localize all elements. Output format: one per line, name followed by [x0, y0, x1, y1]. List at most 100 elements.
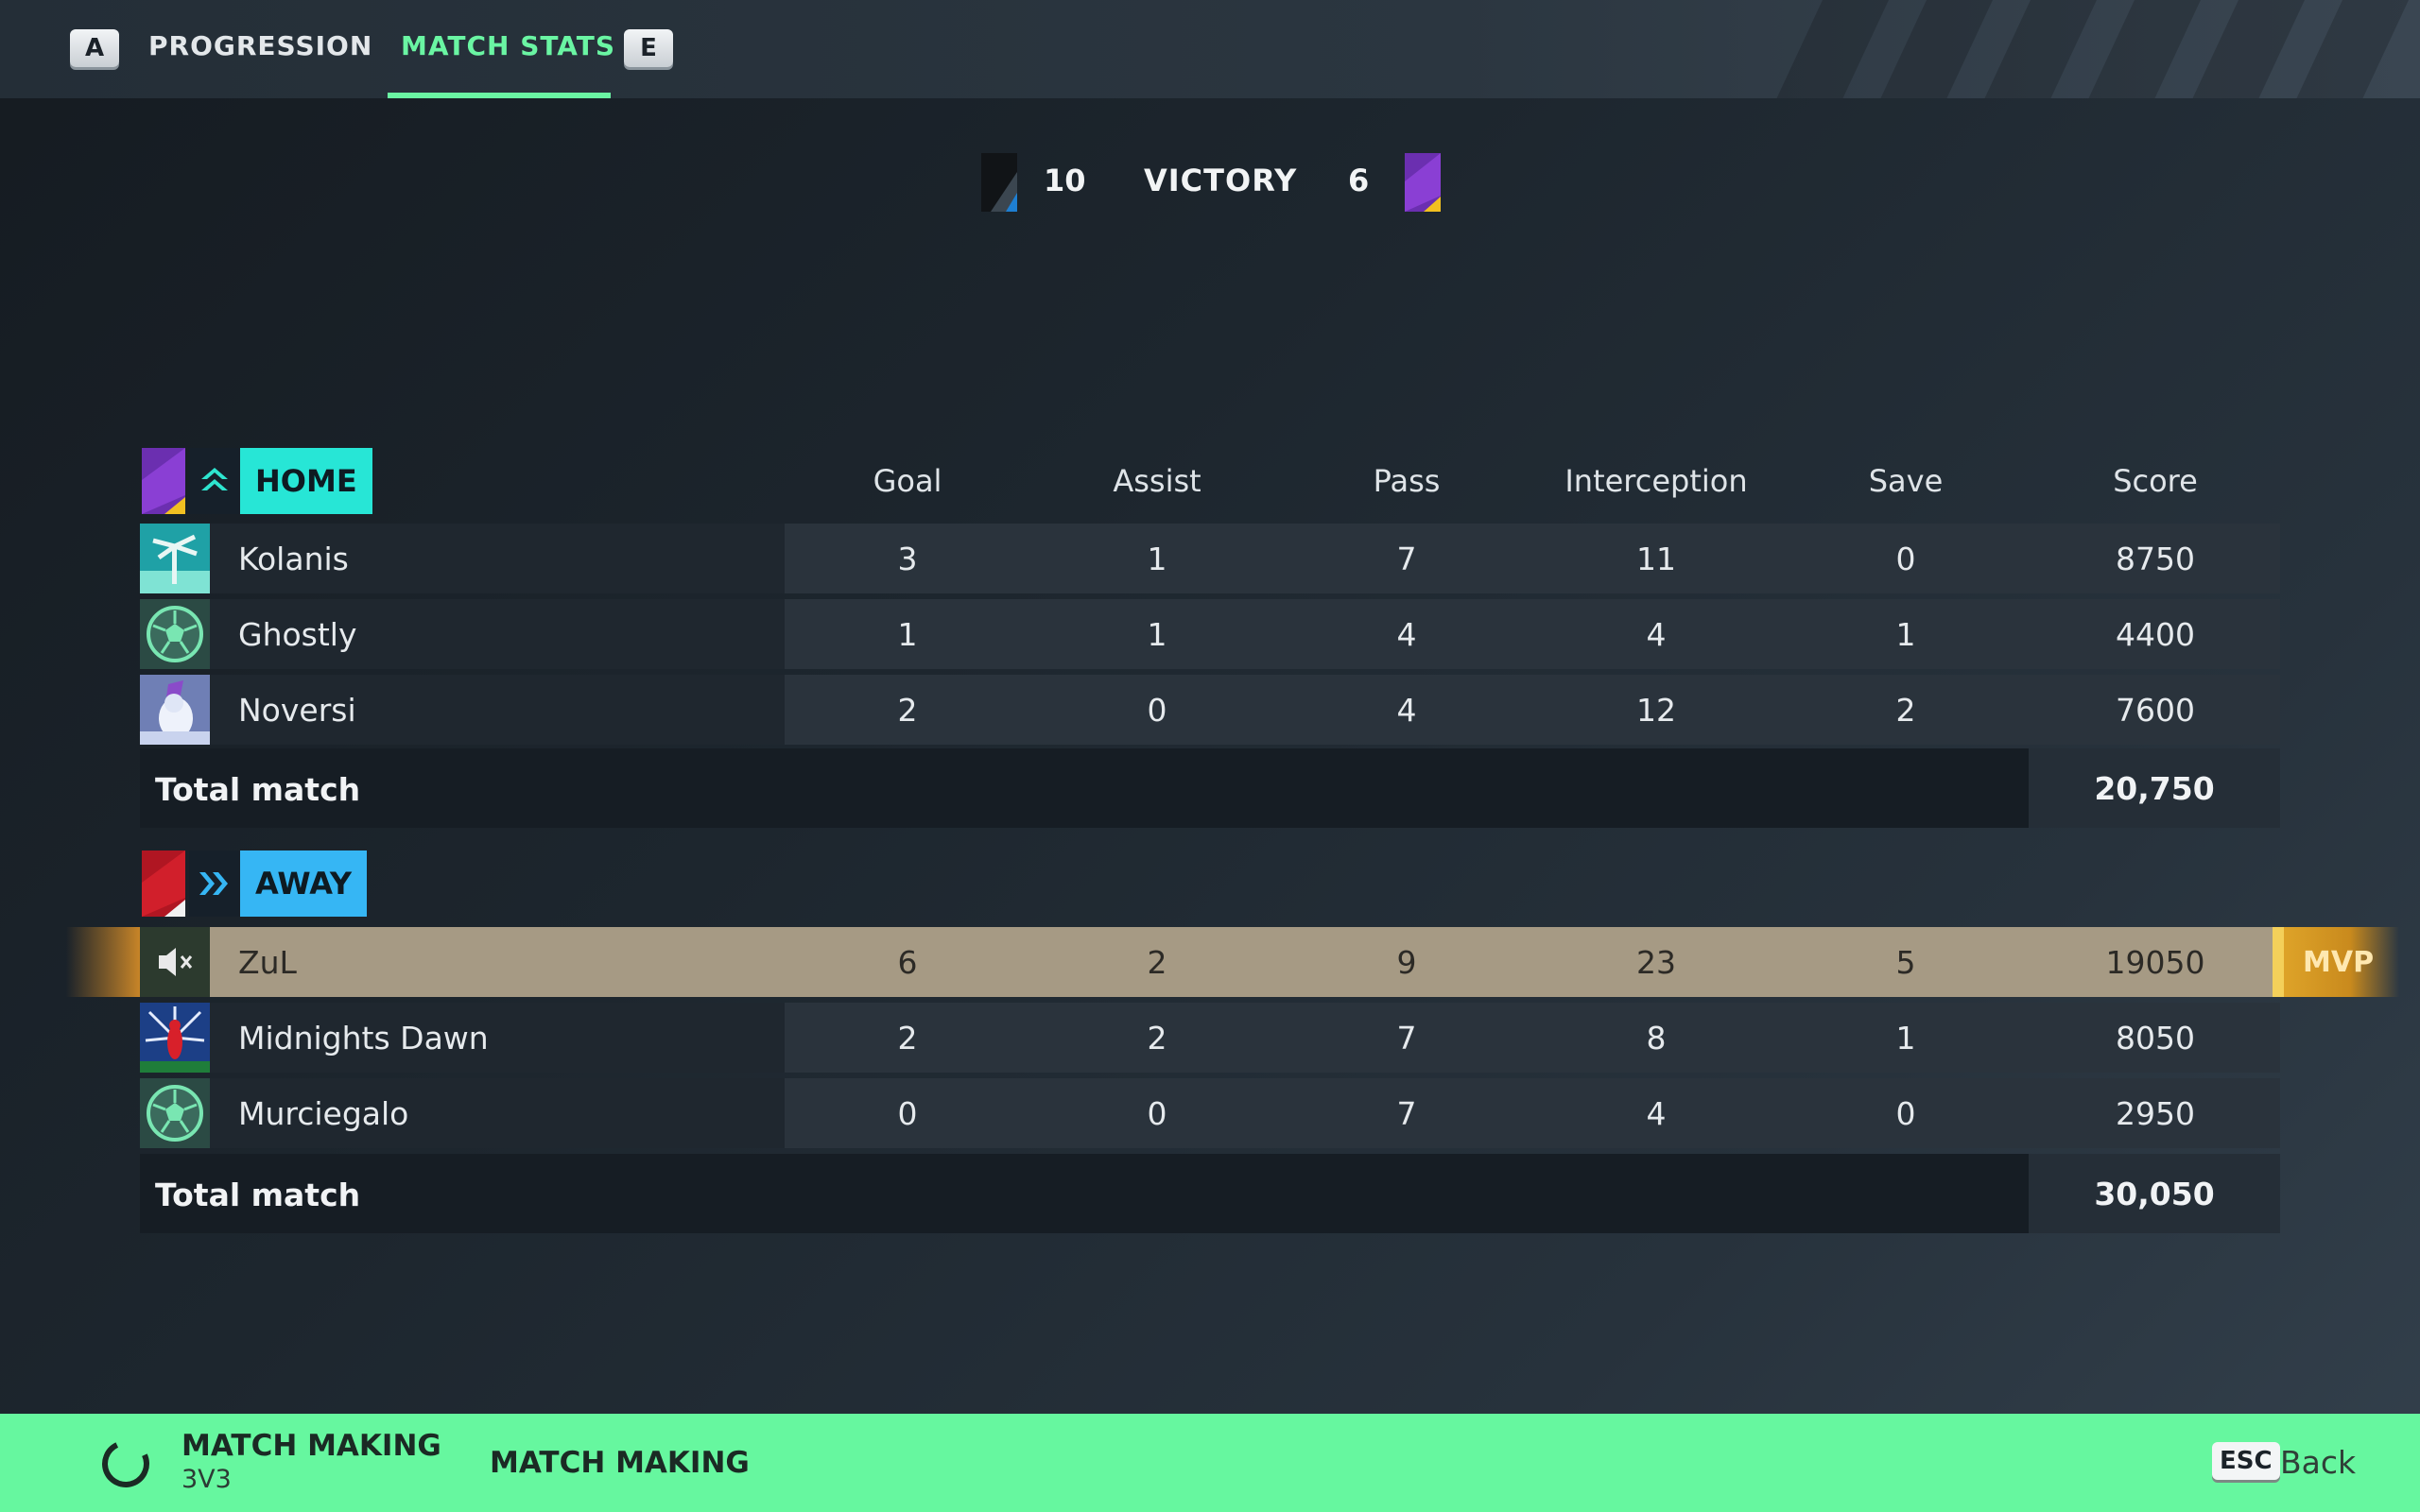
table-row[interactable]: Kolanis 3 1 7 11 0 8750 [140, 524, 2280, 593]
save-value: 5 [1895, 944, 1916, 981]
pass-value: 7 [1396, 1020, 1417, 1057]
player-name-cell [140, 524, 785, 593]
home-total-score: 20,750 [2029, 748, 2280, 828]
player-name: Ghostly [238, 616, 357, 653]
goal-value: 6 [897, 944, 918, 981]
player-name: Kolanis [238, 541, 349, 577]
table-row[interactable]: Midnights Dawn 2 2 7 8 1 8050 [140, 1003, 2280, 1073]
score-value: 19050 [2105, 944, 2205, 981]
esc-key-hint[interactable]: ESC [2212, 1442, 2280, 1480]
player-avatar [140, 675, 210, 745]
loading-spinner-icon [95, 1433, 157, 1495]
home-team-logo-icon [189, 448, 240, 514]
table-row[interactable]: Noversi 2 0 4 12 2 7600 [140, 675, 2280, 745]
away-team-name: AWAY [240, 850, 368, 917]
player-stats-cell [785, 1003, 2280, 1073]
away-total-row: Total match 30,050 [140, 1154, 2280, 1233]
score-value: 4400 [2116, 616, 2195, 653]
pass-value: 4 [1396, 692, 1417, 729]
player-stats-cell [785, 1078, 2280, 1148]
player-name: Noversi [238, 692, 356, 729]
decor-stripe [1752, 0, 1907, 98]
save-value: 1 [1895, 616, 1916, 653]
home-team-header: HOME [142, 448, 372, 514]
away-total-score: 30,050 [2029, 1154, 2280, 1233]
player-avatar [140, 1003, 210, 1073]
interception-value: 12 [1636, 692, 1676, 729]
mvp-bar [2273, 927, 2284, 997]
score-value: 8750 [2116, 541, 2195, 577]
column-header-goal: Goal [873, 463, 942, 499]
next-tab-key-hint[interactable]: E [624, 29, 673, 67]
home-team-flag-small [142, 448, 185, 514]
score-value: 7600 [2116, 692, 2195, 729]
player-avatar [140, 524, 210, 593]
soccer-ball-avatar-icon [140, 1078, 210, 1148]
matchmaking-status-title: MATCH MAKING [182, 1429, 441, 1463]
interception-value: 4 [1646, 1095, 1667, 1132]
column-header-pass: Pass [1373, 463, 1441, 499]
table-row[interactable]: Ghostly 1 1 4 4 1 4400 [140, 599, 2280, 669]
back-button[interactable]: Back [2280, 1444, 2356, 1481]
player-name-cell [140, 927, 785, 997]
assist-value: 2 [1147, 1020, 1167, 1057]
player-stats-cell [785, 599, 2280, 669]
soccer-ball-avatar-icon [140, 599, 210, 669]
column-header-score: Score [2113, 463, 2198, 499]
tab-match-stats[interactable]: MATCH STATS [401, 30, 615, 61]
pass-value: 4 [1396, 616, 1417, 653]
player-name-cell [140, 599, 785, 669]
player-name: Murciegalo [238, 1095, 409, 1132]
save-value: 2 [1895, 692, 1916, 729]
interception-value: 8 [1646, 1020, 1667, 1057]
goal-value: 2 [897, 692, 918, 729]
total-match-label: Total match [155, 1177, 361, 1213]
matchmaking-button[interactable]: MATCH MAKING [490, 1446, 750, 1480]
player-name-cell [140, 675, 785, 745]
prev-tab-key-hint[interactable]: A [70, 29, 119, 67]
tab-progression[interactable]: PROGRESSION [148, 30, 372, 61]
away-final-score: 6 [1348, 163, 1370, 198]
player-stats-cell [785, 927, 2280, 997]
table-row-mvp[interactable]: ZuL 6 2 9 23 5 19050 [140, 927, 2280, 997]
score-value: 2950 [2116, 1095, 2195, 1132]
column-header-assist: Assist [1113, 463, 1201, 499]
assist-value: 1 [1147, 541, 1167, 577]
assist-value: 1 [1147, 616, 1167, 653]
goal-value: 2 [897, 1020, 918, 1057]
goal-value: 0 [897, 1095, 918, 1132]
matchmaking-mode: 3V3 [182, 1465, 232, 1494]
match-result-label: VICTORY [1144, 163, 1298, 198]
pass-value: 7 [1396, 541, 1417, 577]
goal-value: 1 [897, 616, 918, 653]
away-team-logo-icon [189, 850, 240, 917]
assist-value: 2 [1147, 944, 1167, 981]
pass-value: 9 [1396, 944, 1417, 981]
home-final-score: 10 [1044, 163, 1086, 198]
home-team-name: HOME [240, 448, 372, 514]
save-value: 1 [1895, 1020, 1916, 1057]
player-stats-cell [785, 675, 2280, 745]
muted-speaker-avatar-icon[interactable] [140, 927, 210, 997]
pass-value: 7 [1396, 1095, 1417, 1132]
mvp-badge: MVP [2276, 927, 2399, 997]
away-team-flag [1405, 153, 1441, 212]
column-header-interception: Interception [1564, 463, 1748, 499]
player-name-cell [140, 1078, 785, 1148]
column-header-save: Save [1868, 463, 1944, 499]
player-name: Midnights Dawn [238, 1020, 489, 1057]
mvp-highlight-glow [66, 927, 140, 997]
player-name: ZuL [238, 944, 297, 981]
interception-value: 23 [1636, 944, 1676, 981]
save-value: 0 [1895, 1095, 1916, 1132]
away-team-flag-small [142, 850, 185, 917]
score-value: 8050 [2116, 1020, 2195, 1057]
table-row[interactable]: Murciegalo 0 0 7 4 0 2950 [140, 1078, 2280, 1148]
away-team-header: AWAY [142, 850, 368, 917]
player-stats-cell [785, 524, 2280, 593]
top-navigation-bar: A PROGRESSION MATCH STATS E [0, 0, 2420, 98]
save-value: 0 [1895, 541, 1916, 577]
goal-value: 3 [897, 541, 918, 577]
active-tab-indicator [388, 93, 611, 98]
home-team-flag [981, 153, 1017, 212]
